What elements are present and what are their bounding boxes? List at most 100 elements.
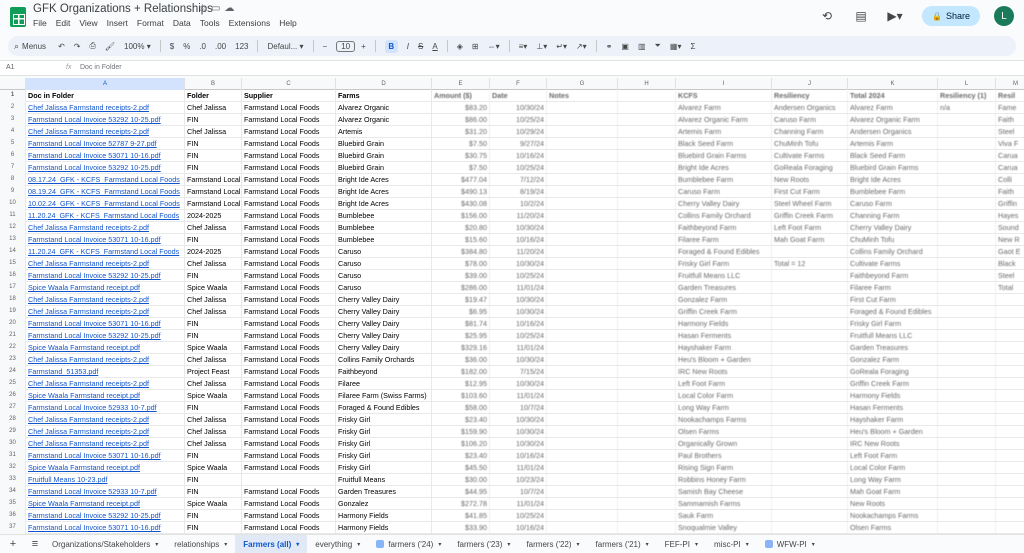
cell-i[interactable]: Rising Sign Farm bbox=[676, 462, 772, 474]
cell-f[interactable]: 11/01/24 bbox=[490, 282, 547, 294]
cell-i[interactable]: Long Way Farm bbox=[676, 402, 772, 414]
cell-i[interactable]: Left Foot Farm bbox=[676, 378, 772, 390]
chevron-down-icon[interactable]: ▾ bbox=[507, 541, 510, 548]
row-number[interactable]: 3 bbox=[0, 114, 26, 126]
cell-k[interactable]: Bright Ide Acres bbox=[848, 174, 938, 186]
cell-i[interactable]: Frisky Girl Farm bbox=[676, 258, 772, 270]
cell-i[interactable]: Black Seed Farm bbox=[676, 138, 772, 150]
cell-m[interactable]: Fame bbox=[996, 102, 1024, 114]
cell-h[interactable] bbox=[618, 522, 676, 534]
cell-d[interactable]: Bumblebee bbox=[336, 234, 432, 246]
cell-i[interactable]: Foraged & Found Edibles bbox=[676, 246, 772, 258]
cell-j[interactable] bbox=[772, 270, 848, 282]
row-number[interactable]: 17 bbox=[0, 282, 26, 294]
cell-k[interactable]: Cultivate Farms bbox=[848, 258, 938, 270]
cell-d[interactable]: Caruso bbox=[336, 246, 432, 258]
name-box[interactable]: A1 bbox=[6, 64, 15, 71]
cell-f[interactable]: 10/25/24 bbox=[490, 114, 547, 126]
document-title[interactable]: GFK Organizations + Relationships bbox=[33, 3, 213, 15]
cell-d[interactable]: Cherry Valley Dairy bbox=[336, 318, 432, 330]
cell-g[interactable] bbox=[547, 150, 618, 162]
cell-m[interactable]: Griffin bbox=[996, 198, 1024, 210]
cell-k[interactable]: Left Foot Farm bbox=[848, 450, 938, 462]
cell-i[interactable]: Alvarez Organic Farm bbox=[676, 114, 772, 126]
cell-j[interactable]: Andersen Organics bbox=[772, 102, 848, 114]
cell-m[interactable]: Steel bbox=[996, 126, 1024, 138]
cell-e[interactable]: $23.40 bbox=[432, 450, 490, 462]
cell-g[interactable] bbox=[547, 210, 618, 222]
cell-b[interactable]: FIN bbox=[185, 450, 242, 462]
cell-g[interactable] bbox=[547, 402, 618, 414]
chevron-down-icon[interactable]: ▾ bbox=[812, 541, 815, 548]
column-header[interactable]: K bbox=[848, 78, 938, 90]
cell-a[interactable]: Spice Waala Farmstand receipt.pdf bbox=[26, 390, 185, 402]
cell-h[interactable] bbox=[618, 174, 676, 186]
cell-k[interactable]: Caruso Farm bbox=[848, 198, 938, 210]
filter-views-icon[interactable]: ▦▾ bbox=[670, 42, 682, 51]
column-header[interactable]: F bbox=[490, 78, 547, 90]
cell-a[interactable]: Chef Jalissa Farmstand receipts-2.pdf bbox=[26, 438, 185, 450]
cell-f[interactable]: 10/16/24 bbox=[490, 234, 547, 246]
cell-k[interactable]: Olsen Farms bbox=[848, 522, 938, 534]
cell-b[interactable]: Project Feast bbox=[185, 366, 242, 378]
cell-f[interactable]: 10/30/24 bbox=[490, 306, 547, 318]
cell-j[interactable]: First Cut Farm bbox=[772, 186, 848, 198]
row-number[interactable]: 18 bbox=[0, 294, 26, 306]
cell-k[interactable]: Bumblebee Farm bbox=[848, 186, 938, 198]
cell-h[interactable] bbox=[618, 282, 676, 294]
cell-m[interactable]: Gaot E bbox=[996, 246, 1024, 258]
cell-f[interactable]: 7/12/24 bbox=[490, 174, 547, 186]
cell-i[interactable]: Robbins Honey Farm bbox=[676, 474, 772, 486]
row-number[interactable]: 8 bbox=[0, 174, 26, 186]
cell-a[interactable]: 10.02.24_GFK - KCFS_Farmstand Local Food… bbox=[26, 198, 185, 210]
cell-c[interactable]: Farmstand Local Foods bbox=[242, 102, 336, 114]
cell-d[interactable]: Caruso bbox=[336, 258, 432, 270]
cell-e[interactable]: $12.95 bbox=[432, 378, 490, 390]
column-title-j[interactable]: Resiliency bbox=[772, 90, 848, 102]
row-number[interactable]: 24 bbox=[0, 366, 26, 378]
cell-h[interactable] bbox=[618, 150, 676, 162]
cell-a[interactable]: Spice Waala Farmstand receipt.pdf bbox=[26, 498, 185, 510]
cell-f[interactable]: 10/16/24 bbox=[490, 522, 547, 534]
cell-j[interactable]: Cultivate Farms bbox=[772, 150, 848, 162]
menu-insert[interactable]: Insert bbox=[107, 18, 128, 28]
cell-g[interactable] bbox=[547, 114, 618, 126]
cell-m[interactable] bbox=[996, 294, 1024, 306]
cell-j[interactable] bbox=[772, 366, 848, 378]
menu-file[interactable]: File bbox=[33, 18, 47, 28]
cell-a[interactable]: Farmstand Local Invoice 53071 10-16.pdf bbox=[26, 522, 185, 534]
cloud-status-icon[interactable]: ☁ bbox=[224, 3, 238, 14]
cell-e[interactable]: $78.00 bbox=[432, 258, 490, 270]
cell-d[interactable]: Alvarez Organic bbox=[336, 102, 432, 114]
cell-b[interactable]: Chef Jalissa bbox=[185, 426, 242, 438]
sheet-tab[interactable]: FEF-PI ▾ bbox=[657, 535, 706, 553]
cell-m[interactable] bbox=[996, 354, 1024, 366]
chevron-down-icon[interactable]: ▾ bbox=[438, 541, 441, 548]
cell-e[interactable]: $490.13 bbox=[432, 186, 490, 198]
cell-h[interactable] bbox=[618, 162, 676, 174]
cell-a[interactable]: Farmstand Local Invoice 53071 10-16.pdf bbox=[26, 234, 185, 246]
cell-k[interactable]: Collins Family Orchard bbox=[848, 246, 938, 258]
comments-icon[interactable]: ▤ bbox=[850, 5, 872, 27]
cell-l[interactable] bbox=[938, 306, 996, 318]
cell-h[interactable] bbox=[618, 414, 676, 426]
cell-l[interactable] bbox=[938, 426, 996, 438]
cell-l[interactable] bbox=[938, 450, 996, 462]
cell-e[interactable]: $19.47 bbox=[432, 294, 490, 306]
cell-h[interactable] bbox=[618, 258, 676, 270]
cell-b[interactable]: FIN bbox=[185, 162, 242, 174]
cell-b[interactable]: Chef Jalissa bbox=[185, 294, 242, 306]
cell-g[interactable] bbox=[547, 282, 618, 294]
cell-a[interactable]: Farmstand Local Invoice 52787 9-27.pdf bbox=[26, 138, 185, 150]
cell-l[interactable] bbox=[938, 342, 996, 354]
cell-l[interactable] bbox=[938, 330, 996, 342]
cell-k[interactable]: Mah Goat Farm bbox=[848, 486, 938, 498]
cell-g[interactable] bbox=[547, 522, 618, 534]
cell-c[interactable]: Farmstand Local Foods bbox=[242, 342, 336, 354]
cell-f[interactable]: 11/01/24 bbox=[490, 390, 547, 402]
cell-i[interactable]: Hayshaker Farm bbox=[676, 342, 772, 354]
cell-i[interactable]: Samish Bay Cheese bbox=[676, 486, 772, 498]
cell-j[interactable] bbox=[772, 462, 848, 474]
cell-j[interactable] bbox=[772, 510, 848, 522]
cell-d[interactable]: Bluebird Grain bbox=[336, 162, 432, 174]
